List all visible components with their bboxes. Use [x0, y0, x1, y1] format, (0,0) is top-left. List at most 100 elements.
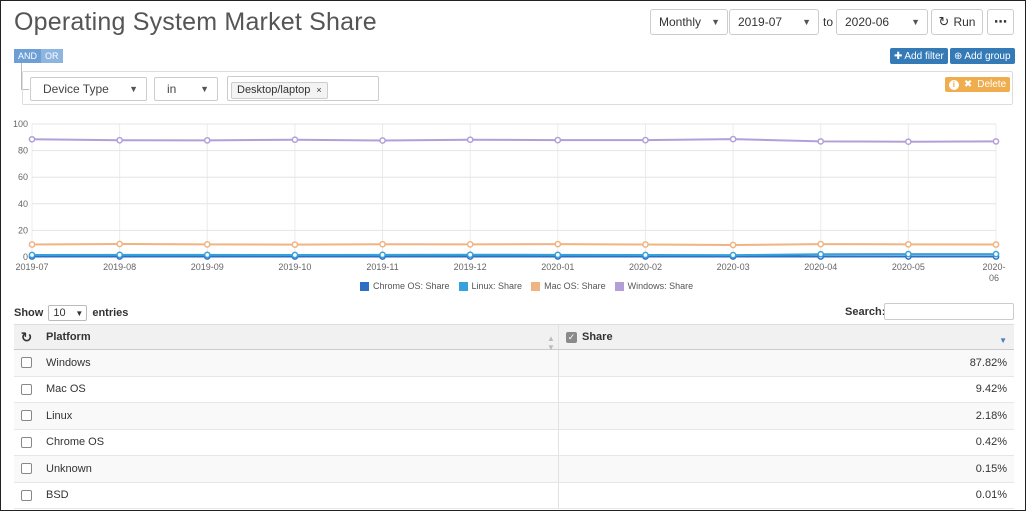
data-point	[116, 251, 123, 259]
search-label: Search:	[845, 306, 886, 318]
data-point	[729, 135, 737, 143]
from-date-select[interactable]: 2019-07 ▼	[729, 9, 819, 35]
chevron-down-icon: ▼	[802, 17, 811, 27]
search-input[interactable]	[884, 303, 1014, 320]
data-point	[379, 251, 386, 259]
filter-value-tag-label: Desktop/laptop	[237, 84, 311, 96]
delete-rule-button[interactable]: i ✖ Delete	[945, 77, 1010, 92]
to-date-select[interactable]: 2020-06 ▼	[836, 9, 928, 35]
y-tick-label: 20	[18, 225, 28, 235]
legend-item[interactable]: Chrome OS: Share	[360, 281, 450, 291]
data-point	[28, 241, 36, 248]
refresh-column-button[interactable]: ↻	[14, 325, 39, 349]
or-toggle[interactable]: OR	[41, 49, 63, 63]
column-header-platform[interactable]: Platform	[39, 325, 559, 349]
data-point	[642, 241, 649, 248]
platform-name: Linux	[46, 409, 73, 422]
legend-swatch	[531, 281, 541, 291]
platform-cell: BSD	[39, 482, 559, 508]
chart-legend: Chrome OS: Share Linux: Share Mac OS: Shar…	[360, 281, 693, 291]
table-row[interactable]: Mac OS 9.42%	[14, 376, 1014, 403]
chevron-down-icon: ▼	[200, 84, 209, 94]
market-share-line-chart: 0 20 40 60 80 100 2019-07 2019-08 2019-09 2019-10…	[13, 119, 1006, 283]
platform-cell: Windows	[39, 350, 559, 376]
x-tick-label: 2020-01	[541, 262, 574, 272]
column-header-share[interactable]: ✓ Share	[559, 325, 1014, 349]
x-tick-label: 2020-03	[717, 262, 750, 272]
table-row[interactable]: Unknown 0.15%	[14, 456, 1014, 483]
and-toggle[interactable]: AND	[14, 49, 42, 63]
row-checkbox[interactable]	[21, 463, 32, 475]
data-point	[642, 136, 649, 144]
add-filter-button[interactable]: ✚ Add filter	[890, 48, 948, 64]
filter-field-value: Device Type	[43, 82, 109, 96]
row-checkbox[interactable]	[21, 436, 32, 448]
page-length-select[interactable]: 10 ▼	[48, 305, 88, 321]
more-options-button[interactable]: ⋯	[987, 9, 1014, 35]
x-tick-label: 06	[989, 273, 999, 283]
data-point	[905, 138, 912, 146]
granularity-select[interactable]: Monthly ▼	[650, 9, 728, 35]
row-select-cell	[14, 483, 39, 509]
legend-item[interactable]: Windows: Share	[614, 281, 694, 291]
x-tick-label: 2019-08	[103, 262, 136, 272]
table-row[interactable]: Windows 87.82%	[14, 350, 1014, 377]
row-checkbox[interactable]	[21, 410, 32, 422]
add-group-label: Add group	[964, 50, 1011, 62]
page-length-value: 10	[53, 307, 66, 319]
row-select-cell	[14, 350, 39, 376]
x-tick-label: 2020-04	[804, 262, 837, 272]
legend-label: Windows: Share	[627, 281, 694, 291]
legend-swatch	[614, 281, 624, 291]
x-tick-label: 2019-12	[454, 262, 487, 272]
platform-name: Mac OS	[46, 383, 86, 396]
x-tick-label: 2020-05	[892, 262, 925, 272]
sort-descending-icon: ▼	[999, 336, 1007, 345]
data-point	[729, 241, 737, 249]
plus-circle-icon: ⊕	[954, 50, 963, 62]
legend-item[interactable]: Linux: Share	[458, 281, 523, 291]
row-checkbox[interactable]	[21, 357, 32, 369]
entries-label: entries	[92, 307, 129, 319]
platform-name: Windows	[46, 356, 91, 369]
legend-label: Linux: Share	[471, 281, 523, 291]
platform-share-table: ↻ Platform ▲ ▼ ✓ Share ▼ Windows 87.82% Mac…	[14, 324, 1014, 509]
table-row[interactable]: Linux 2.18%	[14, 403, 1014, 430]
row-checkbox[interactable]	[21, 489, 32, 501]
table-row[interactable]: BSD 0.01%	[14, 482, 1014, 509]
x-tick-label: 2019-09	[191, 262, 224, 272]
filter-value-input[interactable]: Desktop/laptop ×	[227, 76, 379, 101]
row-select-cell	[14, 377, 39, 403]
share-cell: 0.42%	[559, 430, 1014, 456]
run-button[interactable]: ↻ Run	[931, 9, 983, 35]
y-tick-label: 60	[18, 172, 28, 182]
delete-label: Delete	[977, 79, 1007, 90]
y-tick-label: 40	[18, 199, 28, 209]
data-point	[379, 137, 386, 144]
data-point	[291, 136, 299, 144]
row-checkbox[interactable]	[21, 383, 32, 395]
remove-tag-icon[interactable]: ×	[316, 85, 321, 95]
y-tick-label: 0	[23, 252, 28, 262]
data-point	[554, 251, 562, 259]
plus-icon: ✚	[894, 50, 903, 62]
column-checkbox-checked-icon[interactable]: ✓	[566, 331, 577, 343]
y-tick-label: 100	[13, 119, 28, 129]
chevron-down-icon: ▼	[711, 17, 720, 27]
add-group-button[interactable]: ⊕ Add group	[950, 48, 1015, 64]
column-header-platform-label: Platform	[46, 331, 91, 343]
share-value: 2.18%	[975, 409, 1007, 422]
row-select-cell	[14, 403, 39, 429]
share-cell: 0.01%	[559, 483, 1014, 509]
x-tick-label: 2019-07	[15, 262, 48, 272]
table-row[interactable]: Chrome OS 0.42%	[14, 429, 1014, 456]
data-point	[466, 251, 474, 259]
data-point	[466, 241, 474, 248]
legend-item[interactable]: Mac OS: Share	[531, 281, 606, 291]
refresh-icon: ↻	[938, 14, 950, 29]
x-tick-label: 2020-	[982, 262, 1005, 272]
filter-value-tag: Desktop/laptop ×	[231, 81, 328, 99]
filter-operator-select[interactable]: in ▼	[154, 77, 218, 101]
filter-field-select[interactable]: Device Type ▼	[30, 77, 147, 101]
series-line	[31, 242, 997, 247]
